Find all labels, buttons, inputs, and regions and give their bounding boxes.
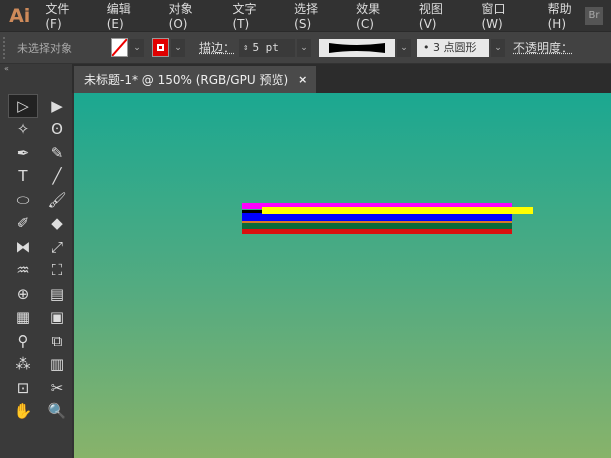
menu-item[interactable]: 帮助(H) [548, 0, 589, 31]
column-graph-tool-icon[interactable]: ▥ [42, 353, 72, 377]
stroke-swatch[interactable] [152, 38, 169, 57]
symbol-sprayer-tool-icon[interactable]: ⁂ [8, 353, 38, 377]
stroke-weight-value: 5 pt [252, 41, 279, 54]
document-tab[interactable]: 未标题-1* @ 150% (RGB/GPU 预览) × [74, 66, 316, 93]
slice-tool-icon[interactable]: ✂ [42, 376, 72, 400]
brush-dropdown[interactable]: ⌄ [491, 38, 506, 57]
hand-tool-icon[interactable]: ✋ [8, 400, 38, 424]
magic-wand-tool-icon[interactable]: ✧ [8, 118, 38, 142]
document-tab-bar: 未标题-1* @ 150% (RGB/GPU 预览) × [72, 64, 611, 93]
stroke-path[interactable] [262, 207, 533, 214]
free-transform-tool-icon[interactable]: ⛶ [42, 259, 72, 283]
brush-definition[interactable]: • 3 点圆形 [417, 38, 490, 57]
menu-item[interactable]: 文件(F) [45, 0, 84, 31]
control-panel: 未选择对象 ⌄ ⌄ 描边： ⇕ 5 pt ⌄ ⌄ • 3 点圆形 ⌄ 不透明度： [0, 31, 611, 63]
menu-item[interactable]: 视图(V) [419, 0, 460, 31]
menu-item[interactable]: 效果(C) [356, 0, 397, 31]
stroke-path[interactable] [242, 213, 512, 221]
app-logo: Ai [9, 4, 31, 27]
gradient-tool-icon[interactable]: ▣ [42, 306, 72, 330]
menu-item[interactable]: 对象(O) [169, 0, 211, 31]
fill-swatch[interactable] [111, 38, 128, 57]
stroke-weight-dropdown[interactable]: ⌄ [297, 38, 312, 57]
shape-builder-tool-icon[interactable]: ⊕ [8, 282, 38, 306]
eraser-tool-icon[interactable]: ◆ [42, 212, 72, 236]
fill-dropdown[interactable]: ⌄ [130, 38, 144, 57]
menu-item[interactable]: 窗口(W) [481, 0, 525, 31]
menu-item[interactable]: 选择(S) [294, 0, 334, 31]
line-tool-icon[interactable]: ╱ [42, 165, 72, 189]
artboard-canvas[interactable] [74, 93, 611, 458]
paintbrush-tool-icon[interactable]: 🖌 [42, 188, 72, 212]
stroke-path[interactable] [242, 229, 512, 234]
spinner-icon[interactable]: ⇕ [239, 43, 252, 53]
scale-tool-icon[interactable]: ⤢ [42, 235, 72, 259]
mesh-tool-icon[interactable]: ▦ [8, 306, 38, 330]
curvature-tool-icon[interactable]: ✎ [42, 141, 72, 165]
lasso-tool-icon[interactable]: ʘ [42, 118, 72, 142]
zoom-tool-icon[interactable]: 🔍 [42, 400, 72, 424]
panel-grip[interactable] [3, 36, 9, 59]
document-tab-title: 未标题-1* @ 150% (RGB/GPU 预览) [84, 73, 289, 87]
variable-width-profile[interactable] [319, 38, 396, 57]
selection-tool-icon[interactable]: ▷ [8, 94, 38, 118]
pen-tool-icon[interactable]: ✒ [8, 141, 38, 165]
menu-item[interactable]: 编辑(E) [107, 0, 147, 31]
profile-dropdown[interactable]: ⌄ [397, 38, 412, 57]
warp-tool-icon[interactable]: ♒ [8, 259, 38, 283]
ellipse-tool-icon[interactable]: ⬭ [8, 188, 38, 212]
stroke-label[interactable]: 描边： [199, 39, 235, 56]
opacity-label[interactable]: 不透明度： [513, 39, 573, 56]
direct-selection-tool-icon[interactable]: ▶ [42, 94, 72, 118]
blend-tool-icon[interactable]: ⧉ [42, 329, 72, 353]
selection-status: 未选择对象 [17, 41, 72, 55]
type-tool-icon[interactable]: T [8, 165, 38, 189]
stroke-weight-input[interactable]: ⇕ 5 pt [239, 38, 296, 57]
artboard-tool-icon[interactable]: ⊡ [8, 376, 38, 400]
perspective-tool-icon[interactable]: ▤ [42, 282, 72, 306]
reflect-tool-icon[interactable]: ⧓ [8, 235, 38, 259]
stroke-dropdown[interactable]: ⌄ [171, 38, 185, 57]
collapse-toolbox-button[interactable]: « [0, 64, 72, 74]
close-icon[interactable]: × [298, 73, 307, 86]
menu-bar: Ai 文件(F) 编辑(E) 对象(O) 文字(T) 选择(S) 效果(C) 视图(V) 窗口… [0, 0, 611, 31]
bridge-button[interactable]: Br [585, 7, 603, 25]
eyedropper-tool-icon[interactable]: ⚲ [8, 329, 38, 353]
toolbox: « ▷ ▶ ✧ ʘ ✒ ✎ T ╱ ⬭ 🖌 ✐ ◆ ⧓ ⤢ ♒ ⛶ ⊕ ▤ ▦ ▣ ⚲ ⧉ ⁂ ▥ ⊡ ✂ ✋ 🔍 [0, 64, 72, 458]
menu-item[interactable]: 文字(T) [232, 0, 272, 31]
shaper-tool-icon[interactable]: ✐ [8, 212, 38, 236]
